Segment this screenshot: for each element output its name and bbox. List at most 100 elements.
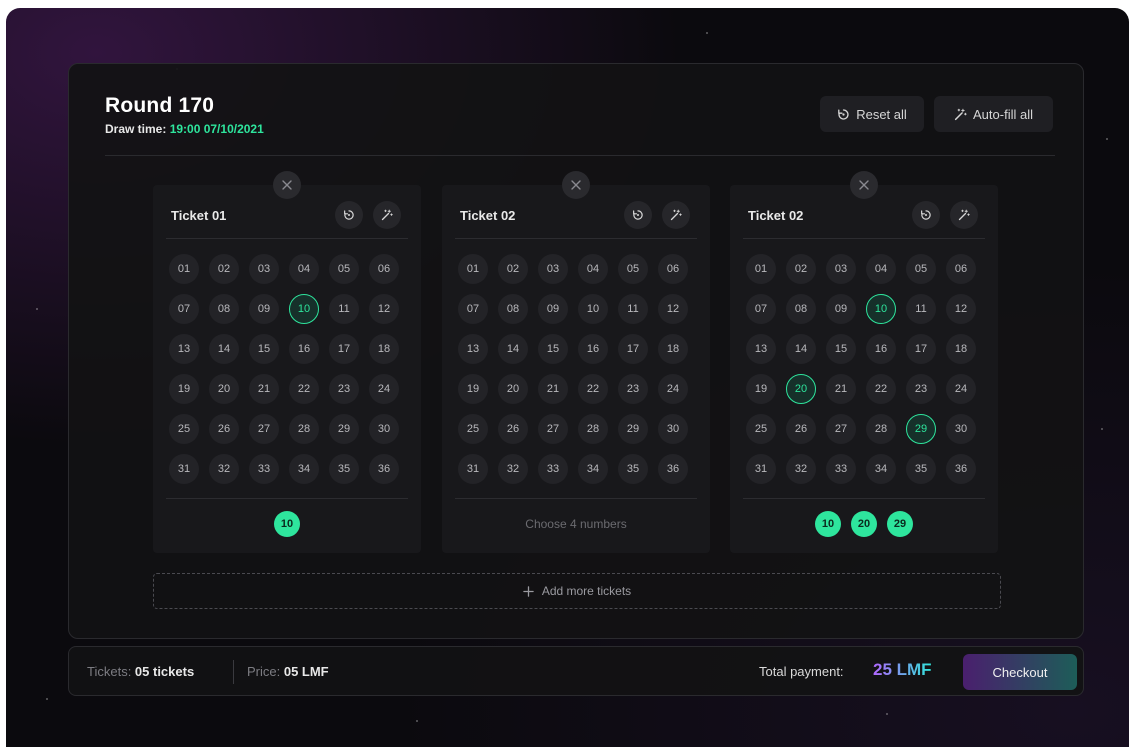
number-ball[interactable]: 25 <box>746 414 776 444</box>
reset-all-button[interactable]: Reset all <box>820 96 924 132</box>
number-ball[interactable]: 04 <box>289 254 319 284</box>
number-ball[interactable]: 27 <box>249 414 279 444</box>
number-ball[interactable]: 10 <box>866 294 896 324</box>
number-ball[interactable]: 33 <box>826 454 856 484</box>
number-ball[interactable]: 26 <box>786 414 816 444</box>
number-ball[interactable]: 13 <box>458 334 488 364</box>
number-ball[interactable]: 07 <box>746 294 776 324</box>
number-ball[interactable]: 22 <box>289 374 319 404</box>
number-ball[interactable]: 34 <box>578 454 608 484</box>
number-ball[interactable]: 29 <box>618 414 648 444</box>
number-ball[interactable]: 05 <box>329 254 359 284</box>
number-ball[interactable]: 03 <box>538 254 568 284</box>
number-ball[interactable]: 12 <box>369 294 399 324</box>
ticket-auto-fill-button[interactable] <box>373 201 401 229</box>
number-ball[interactable]: 25 <box>169 414 199 444</box>
number-ball[interactable]: 31 <box>458 454 488 484</box>
number-ball[interactable]: 02 <box>209 254 239 284</box>
number-ball[interactable]: 24 <box>946 374 976 404</box>
number-ball[interactable]: 29 <box>329 414 359 444</box>
number-ball[interactable]: 19 <box>746 374 776 404</box>
ticket-auto-fill-button[interactable] <box>662 201 690 229</box>
number-ball[interactable]: 07 <box>458 294 488 324</box>
number-ball[interactable]: 27 <box>538 414 568 444</box>
number-ball[interactable]: 14 <box>209 334 239 364</box>
number-ball[interactable]: 11 <box>906 294 936 324</box>
number-ball[interactable]: 17 <box>329 334 359 364</box>
number-ball[interactable]: 01 <box>169 254 199 284</box>
number-ball[interactable]: 23 <box>906 374 936 404</box>
number-ball[interactable]: 13 <box>169 334 199 364</box>
number-ball[interactable]: 10 <box>289 294 319 324</box>
number-ball[interactable]: 13 <box>746 334 776 364</box>
number-ball[interactable]: 31 <box>746 454 776 484</box>
number-ball[interactable]: 28 <box>578 414 608 444</box>
number-ball[interactable]: 07 <box>169 294 199 324</box>
number-ball[interactable]: 23 <box>329 374 359 404</box>
number-ball[interactable]: 35 <box>329 454 359 484</box>
number-ball[interactable]: 16 <box>866 334 896 364</box>
number-ball[interactable]: 02 <box>786 254 816 284</box>
number-ball[interactable]: 34 <box>866 454 896 484</box>
number-ball[interactable]: 03 <box>249 254 279 284</box>
number-ball[interactable]: 02 <box>498 254 528 284</box>
remove-ticket-button[interactable] <box>850 171 878 199</box>
number-ball[interactable]: 04 <box>578 254 608 284</box>
number-ball[interactable]: 18 <box>658 334 688 364</box>
number-ball[interactable]: 36 <box>946 454 976 484</box>
ticket-reset-button[interactable] <box>912 201 940 229</box>
number-ball[interactable]: 21 <box>538 374 568 404</box>
number-ball[interactable]: 31 <box>169 454 199 484</box>
number-ball[interactable]: 09 <box>826 294 856 324</box>
number-ball[interactable]: 06 <box>946 254 976 284</box>
number-ball[interactable]: 19 <box>458 374 488 404</box>
number-ball[interactable]: 10 <box>578 294 608 324</box>
ticket-reset-button[interactable] <box>624 201 652 229</box>
selected-number-chip[interactable]: 10 <box>274 511 300 537</box>
number-ball[interactable]: 20 <box>786 374 816 404</box>
number-ball[interactable]: 30 <box>946 414 976 444</box>
number-ball[interactable]: 08 <box>786 294 816 324</box>
number-ball[interactable]: 24 <box>369 374 399 404</box>
number-ball[interactable]: 01 <box>458 254 488 284</box>
number-ball[interactable]: 30 <box>369 414 399 444</box>
ticket-auto-fill-button[interactable] <box>950 201 978 229</box>
number-ball[interactable]: 12 <box>946 294 976 324</box>
number-ball[interactable]: 08 <box>209 294 239 324</box>
number-ball[interactable]: 14 <box>786 334 816 364</box>
selected-number-chip[interactable]: 10 <box>815 511 841 537</box>
number-ball[interactable]: 17 <box>906 334 936 364</box>
number-ball[interactable]: 15 <box>249 334 279 364</box>
number-ball[interactable]: 20 <box>498 374 528 404</box>
auto-fill-all-button[interactable]: Auto-fill all <box>934 96 1053 132</box>
number-ball[interactable]: 17 <box>618 334 648 364</box>
number-ball[interactable]: 28 <box>289 414 319 444</box>
number-ball[interactable]: 05 <box>906 254 936 284</box>
number-ball[interactable]: 09 <box>538 294 568 324</box>
number-ball[interactable]: 24 <box>658 374 688 404</box>
number-ball[interactable]: 15 <box>538 334 568 364</box>
number-ball[interactable]: 35 <box>906 454 936 484</box>
number-ball[interactable]: 36 <box>369 454 399 484</box>
number-ball[interactable]: 20 <box>209 374 239 404</box>
number-ball[interactable]: 25 <box>458 414 488 444</box>
remove-ticket-button[interactable] <box>273 171 301 199</box>
number-ball[interactable]: 18 <box>946 334 976 364</box>
number-ball[interactable]: 22 <box>578 374 608 404</box>
number-ball[interactable]: 26 <box>498 414 528 444</box>
number-ball[interactable]: 12 <box>658 294 688 324</box>
number-ball[interactable]: 19 <box>169 374 199 404</box>
number-ball[interactable]: 29 <box>906 414 936 444</box>
number-ball[interactable]: 21 <box>826 374 856 404</box>
number-ball[interactable]: 32 <box>786 454 816 484</box>
number-ball[interactable]: 14 <box>498 334 528 364</box>
selected-number-chip[interactable]: 29 <box>887 511 913 537</box>
number-ball[interactable]: 32 <box>209 454 239 484</box>
number-ball[interactable]: 11 <box>329 294 359 324</box>
number-ball[interactable]: 30 <box>658 414 688 444</box>
ticket-reset-button[interactable] <box>335 201 363 229</box>
number-ball[interactable]: 09 <box>249 294 279 324</box>
number-ball[interactable]: 26 <box>209 414 239 444</box>
checkout-button[interactable]: Checkout <box>963 654 1077 690</box>
number-ball[interactable]: 04 <box>866 254 896 284</box>
